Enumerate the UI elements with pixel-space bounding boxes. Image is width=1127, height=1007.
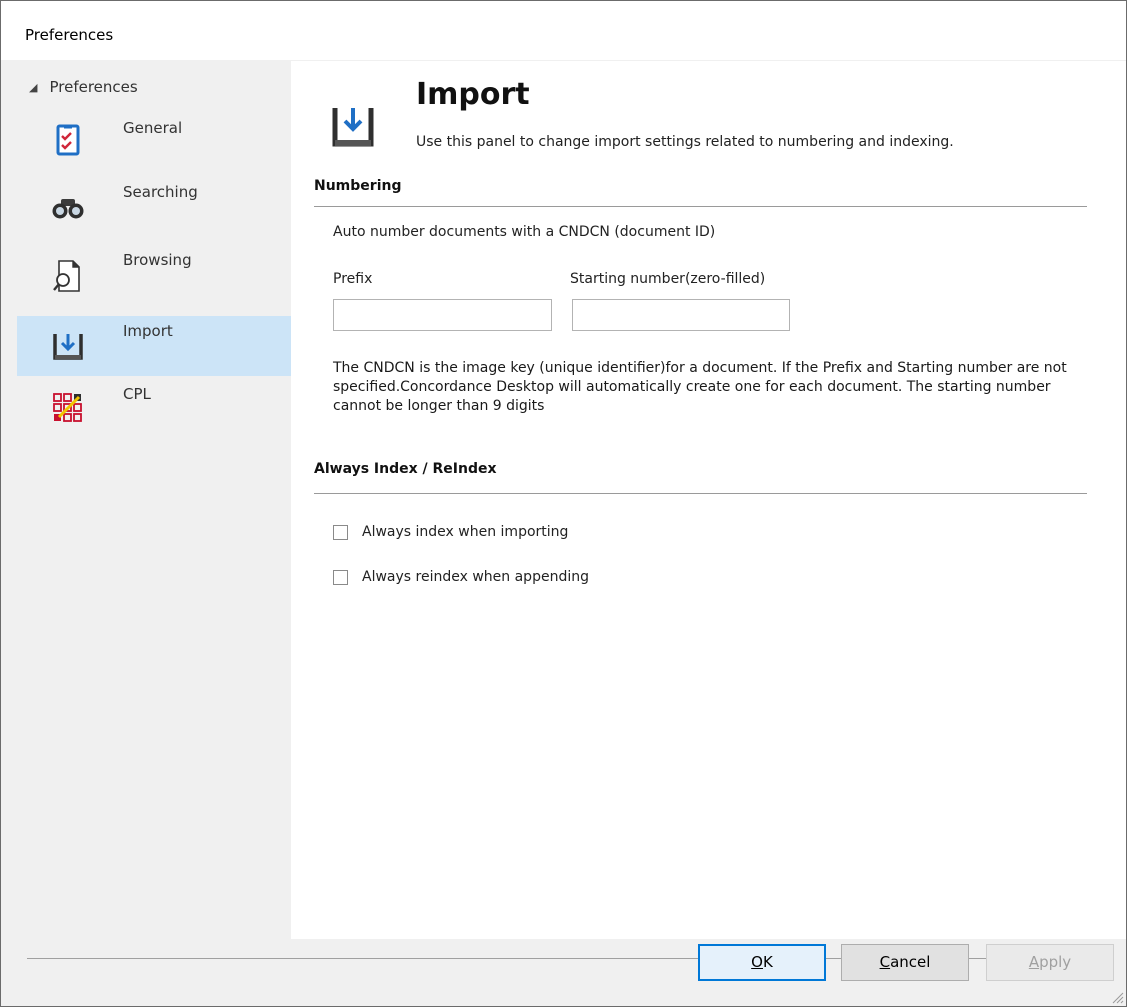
sidebar-item-import[interactable]: Import xyxy=(17,316,295,376)
starting-number-input[interactable] xyxy=(572,299,790,331)
sidebar-item-browsing[interactable]: Browsing xyxy=(17,245,295,305)
sidebar-item-label: Browsing xyxy=(123,251,192,269)
page-title: Import xyxy=(416,77,530,112)
always-index-checkbox[interactable] xyxy=(333,524,348,540)
page-description: Use this panel to change import settings… xyxy=(416,134,954,150)
always-index-option[interactable]: Always index when importing xyxy=(333,522,568,542)
ok-button[interactable]: OK xyxy=(698,944,826,981)
sidebar-item-general[interactable]: General xyxy=(17,113,295,173)
index-heading: Always Index / ReIndex xyxy=(314,461,497,477)
checklist-icon xyxy=(56,124,80,156)
always-index-label: Always index when importing xyxy=(362,524,569,540)
binoculars-icon xyxy=(52,199,84,219)
preferences-dialog: Preferences ◢ Preferences General Search… xyxy=(0,0,1127,1007)
sidebar-item-label: General xyxy=(123,119,183,137)
numbering-heading: Numbering xyxy=(314,178,402,194)
resize-grip-icon[interactable] xyxy=(1110,990,1124,1004)
cndcn-info-text: The CNDCN is the image key (unique ident… xyxy=(333,360,1067,414)
always-reindex-checkbox[interactable] xyxy=(333,569,348,585)
sidebar-item-label: CPL xyxy=(123,385,151,403)
tree-root-preferences[interactable]: ◢ Preferences xyxy=(29,77,138,97)
grid-pencil-icon xyxy=(53,393,82,422)
always-reindex-option[interactable]: Always reindex when appending xyxy=(333,567,589,587)
sidebar-item-label: Searching xyxy=(123,183,198,201)
prefix-input[interactable] xyxy=(333,299,552,331)
apply-button: Apply xyxy=(986,944,1114,981)
cancel-button[interactable]: Cancel xyxy=(841,944,969,981)
divider xyxy=(314,206,1087,207)
sidebar-item-label: Import xyxy=(123,322,173,340)
tree-root-label: Preferences xyxy=(49,78,138,96)
sidebar-item-searching[interactable]: Searching xyxy=(17,177,295,237)
sidebar-item-cpl[interactable]: CPL xyxy=(17,379,295,439)
title-bar: Preferences xyxy=(1,1,1126,60)
document-magnifier-icon xyxy=(53,260,80,292)
auto-number-label: Auto number documents with a CNDCN (docu… xyxy=(333,224,716,240)
collapse-caret-icon[interactable]: ◢ xyxy=(29,81,37,94)
starting-number-label: Starting number(zero-filled) xyxy=(570,271,766,287)
always-reindex-label: Always reindex when appending xyxy=(362,569,589,585)
import-icon xyxy=(332,108,374,147)
import-icon xyxy=(53,334,83,360)
divider xyxy=(314,493,1087,494)
window-title: Preferences xyxy=(25,26,114,44)
content-panel: Import Use this panel to change import s… xyxy=(291,61,1126,939)
prefix-label: Prefix xyxy=(333,271,373,287)
sidebar: ◢ Preferences General Searching Browsing… xyxy=(9,61,295,951)
